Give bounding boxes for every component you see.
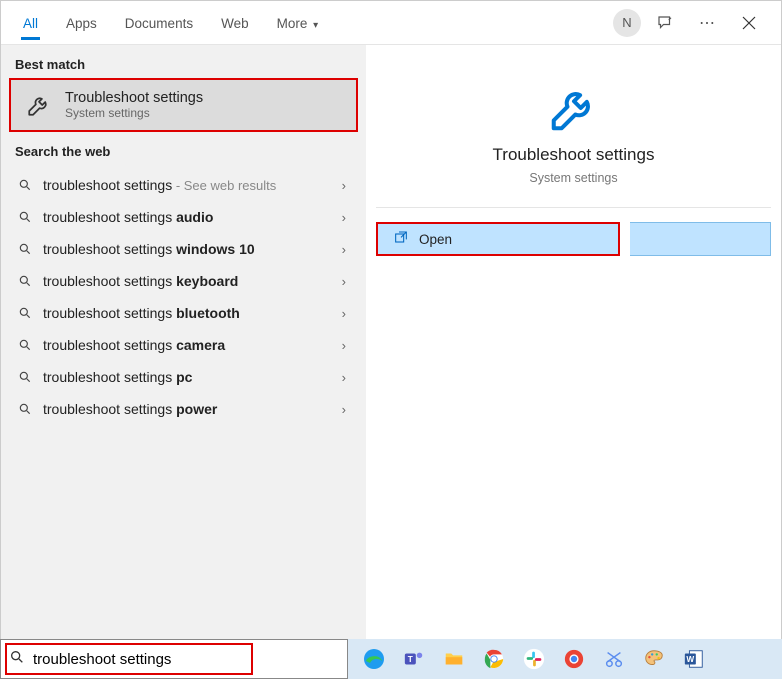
web-result-item[interactable]: troubleshoot settings keyboard ›: [1, 265, 366, 297]
search-icon: [15, 210, 35, 224]
taskbar: T W: [348, 639, 782, 679]
web-result-item[interactable]: troubleshoot settings bluetooth ›: [1, 297, 366, 329]
file-explorer-icon[interactable]: [440, 645, 468, 673]
chevron-right-icon: ›: [336, 402, 352, 417]
search-icon: [1, 649, 33, 670]
search-icon: [15, 242, 35, 256]
web-result-text: troubleshoot settings audio: [35, 209, 336, 225]
chevron-right-icon: ›: [336, 178, 352, 193]
search-input[interactable]: [33, 651, 347, 668]
close-icon[interactable]: [731, 5, 767, 41]
tab-documents[interactable]: Documents: [111, 6, 207, 39]
teams-icon[interactable]: T: [400, 645, 428, 673]
best-match-result[interactable]: Troubleshoot settings System settings: [9, 78, 358, 132]
search-icon: [15, 178, 35, 192]
chevron-right-icon: ›: [336, 370, 352, 385]
feedback-icon[interactable]: [647, 5, 683, 41]
svg-text:W: W: [686, 655, 694, 664]
chevron-right-icon: ›: [336, 306, 352, 321]
search-icon: [15, 338, 35, 352]
edge-icon[interactable]: [360, 645, 388, 673]
web-result-text: troubleshoot settings - See web results: [35, 177, 336, 193]
web-result-item[interactable]: troubleshoot settings - See web results …: [1, 169, 366, 201]
chrome-icon[interactable]: [480, 645, 508, 673]
search-icon: [15, 306, 35, 320]
search-web-label: Search the web: [1, 132, 366, 165]
web-result-item[interactable]: troubleshoot settings pc ›: [1, 361, 366, 393]
web-result-text: troubleshoot settings windows 10: [35, 241, 336, 257]
open-icon: [393, 230, 409, 249]
user-avatar[interactable]: N: [613, 9, 641, 37]
search-box[interactable]: [0, 639, 348, 679]
chevron-right-icon: ›: [336, 242, 352, 257]
snip-icon[interactable]: [600, 645, 628, 673]
web-result-text: troubleshoot settings camera: [35, 337, 336, 353]
wrench-icon: [547, 81, 601, 135]
search-icon: [15, 402, 35, 416]
results-panel: Best match Troubleshoot settings System …: [1, 45, 366, 677]
web-result-item[interactable]: troubleshoot settings camera ›: [1, 329, 366, 361]
paint-icon[interactable]: [640, 645, 668, 673]
tab-web[interactable]: Web: [207, 6, 263, 39]
search-filter-tabs: All Apps Documents Web More ▾ N ⋯: [1, 1, 781, 45]
slack-icon[interactable]: [520, 645, 548, 673]
best-match-subtitle: System settings: [65, 106, 203, 120]
web-results-list: troubleshoot settings - See web results …: [1, 165, 366, 429]
search-icon: [15, 370, 35, 384]
open-label: Open: [419, 232, 452, 247]
preview-panel: Troubleshoot settings System settings Op…: [366, 45, 781, 677]
tab-apps[interactable]: Apps: [52, 6, 111, 39]
open-action[interactable]: Open: [376, 222, 620, 256]
action-row-remainder[interactable]: [630, 222, 771, 256]
preview-subtitle: System settings: [396, 171, 751, 185]
web-result-text: troubleshoot settings keyboard: [35, 273, 336, 289]
chevron-right-icon: ›: [336, 274, 352, 289]
chevron-down-icon: ▾: [313, 20, 318, 31]
chrome-canary-icon[interactable]: [560, 645, 588, 673]
web-result-text: troubleshoot settings power: [35, 401, 336, 417]
best-match-title: Troubleshoot settings: [65, 90, 203, 106]
word-icon[interactable]: W: [680, 645, 708, 673]
chevron-right-icon: ›: [336, 210, 352, 225]
web-result-item[interactable]: troubleshoot settings windows 10 ›: [1, 233, 366, 265]
search-icon: [15, 274, 35, 288]
best-match-label: Best match: [1, 45, 366, 78]
wrench-icon: [25, 91, 53, 119]
web-result-text: troubleshoot settings pc: [35, 369, 336, 385]
web-result-item[interactable]: troubleshoot settings power ›: [1, 393, 366, 425]
svg-text:T: T: [408, 655, 413, 664]
more-options-icon[interactable]: ⋯: [689, 5, 725, 41]
web-result-item[interactable]: troubleshoot settings audio ›: [1, 201, 366, 233]
preview-title: Troubleshoot settings: [396, 145, 751, 165]
web-result-text: troubleshoot settings bluetooth: [35, 305, 336, 321]
tab-all[interactable]: All: [9, 6, 52, 39]
tab-more[interactable]: More ▾: [263, 6, 333, 39]
chevron-right-icon: ›: [336, 338, 352, 353]
